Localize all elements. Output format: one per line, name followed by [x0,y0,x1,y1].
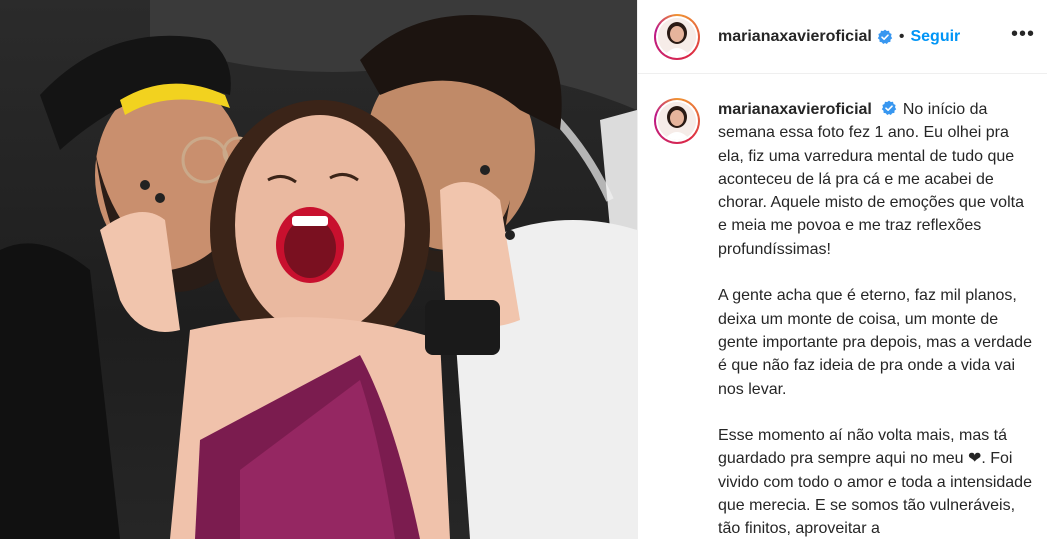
story-ring[interactable] [654,13,700,60]
caption-text: marianaxavieroficial No início da semana… [718,98,1036,539]
avatar [658,17,696,56]
post-header: marianaxavieroficial • Seguir ••• [638,0,1047,74]
separator-dot: • [898,27,905,45]
caption-username[interactable]: marianaxavieroficial [718,101,872,118]
caption-avatar [658,102,696,140]
follow-button[interactable]: Seguir [910,28,960,46]
caption-paragraph: A gente acha que é eterno, faz mil plano… [718,287,1032,398]
caption-verified-badge-icon [881,100,897,116]
post-panel: marianaxavieroficial • Seguir ••• marian… [637,0,1047,539]
verified-badge-icon [877,29,893,45]
caption-paragraph: No início da semana essa foto fez 1 ano.… [718,101,1024,258]
caption-avatar-image [658,102,696,140]
caption-story-ring[interactable] [654,98,700,144]
header-info: marianaxavieroficial • Seguir [718,28,960,46]
header-username[interactable]: marianaxavieroficial [718,28,872,46]
photo-illustration [0,0,637,539]
post-photo[interactable] [0,0,637,539]
caption: marianaxavieroficial No início da semana… [654,98,1047,539]
caption-paragraph: Esse momento aí não volta mais, mas tá g… [718,427,1032,538]
avatar-image [658,17,696,56]
more-options-icon[interactable]: ••• [1011,24,1035,44]
